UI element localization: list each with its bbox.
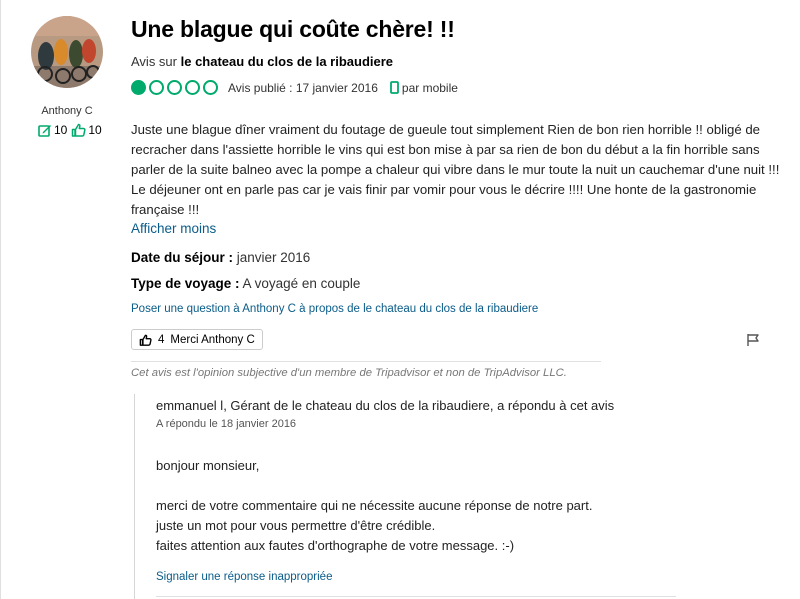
trip-value: A voyagé en couple xyxy=(239,276,361,291)
divider xyxy=(156,596,676,597)
review-meta: Avis publié : 17 janvier 2016 par mobile xyxy=(131,80,458,95)
divider xyxy=(131,361,601,362)
flag-icon xyxy=(747,334,759,346)
rating-bubble-empty xyxy=(185,80,200,95)
helpful-vote-button[interactable]: 4 Merci Anthony C xyxy=(131,329,263,350)
contributions-count: 10 xyxy=(54,123,68,137)
response-line: faites attention aux fautes d'orthograph… xyxy=(156,538,515,553)
report-review-button[interactable] xyxy=(746,333,760,352)
report-response-link[interactable]: Signaler une réponse inappropriée xyxy=(156,571,332,583)
helpful-label: Merci Anthony C xyxy=(170,333,255,346)
trip-label: Type de voyage : xyxy=(131,276,240,291)
reviewer-stats: 10 10 xyxy=(38,123,102,137)
review-about: Avis sur le chateau du clos de la ribaud… xyxy=(131,54,393,69)
helpful-count: 4 xyxy=(158,333,165,346)
rating-bubble-empty xyxy=(149,80,164,95)
thumbs-up-icon xyxy=(139,334,152,346)
mobile-icon xyxy=(389,81,399,94)
review-body: Juste une blague dîner vraiment du fouta… xyxy=(131,122,780,217)
response-line: merci de votre commentaire qui ne nécess… xyxy=(156,498,593,513)
stay-value: janvier 2016 xyxy=(233,250,311,265)
published-date: Avis publié : 17 janvier 2016 xyxy=(228,80,378,95)
review-disclaimer: Cet avis est l'opinion subjective d'un m… xyxy=(131,367,567,379)
reviewer-avatar[interactable] xyxy=(31,16,103,88)
response-greeting: bonjour monsieur, xyxy=(156,458,260,473)
bubble-rating xyxy=(131,80,218,95)
read-less-link[interactable]: Afficher moins xyxy=(131,221,216,236)
rating-bubble-empty xyxy=(167,80,182,95)
about-place-link[interactable]: le chateau du clos de la ribaudiere xyxy=(181,54,393,69)
reviewer-name[interactable]: Anthony C xyxy=(22,105,112,117)
trip-type: Type de voyage : A voyagé en couple xyxy=(131,276,360,291)
thumbs-up-icon xyxy=(72,123,86,137)
rating-bubble-empty xyxy=(203,80,218,95)
edit-icon xyxy=(38,125,51,137)
helpful-votes-count: 10 xyxy=(88,123,102,137)
page-border xyxy=(0,0,1,599)
review-title[interactable]: Une blague qui coûte chère! !! xyxy=(131,16,455,43)
about-prefix: Avis sur xyxy=(131,54,181,69)
mobile-badge: par mobile xyxy=(389,80,458,95)
response-date: A répondu le 18 janvier 2016 xyxy=(156,418,297,430)
response-header: emmanuel l, Gérant de le chateau du clos… xyxy=(156,398,615,413)
response-line: juste un mot pour vous permettre d'être … xyxy=(156,518,436,533)
device-label: par mobile xyxy=(401,80,458,95)
stay-label: Date du séjour : xyxy=(131,250,234,265)
ask-question-link[interactable]: Poser une question à Anthony C à propos … xyxy=(131,303,538,315)
rating-bubble-filled xyxy=(131,80,146,95)
stay-date: Date du séjour : janvier 2016 xyxy=(131,250,310,265)
